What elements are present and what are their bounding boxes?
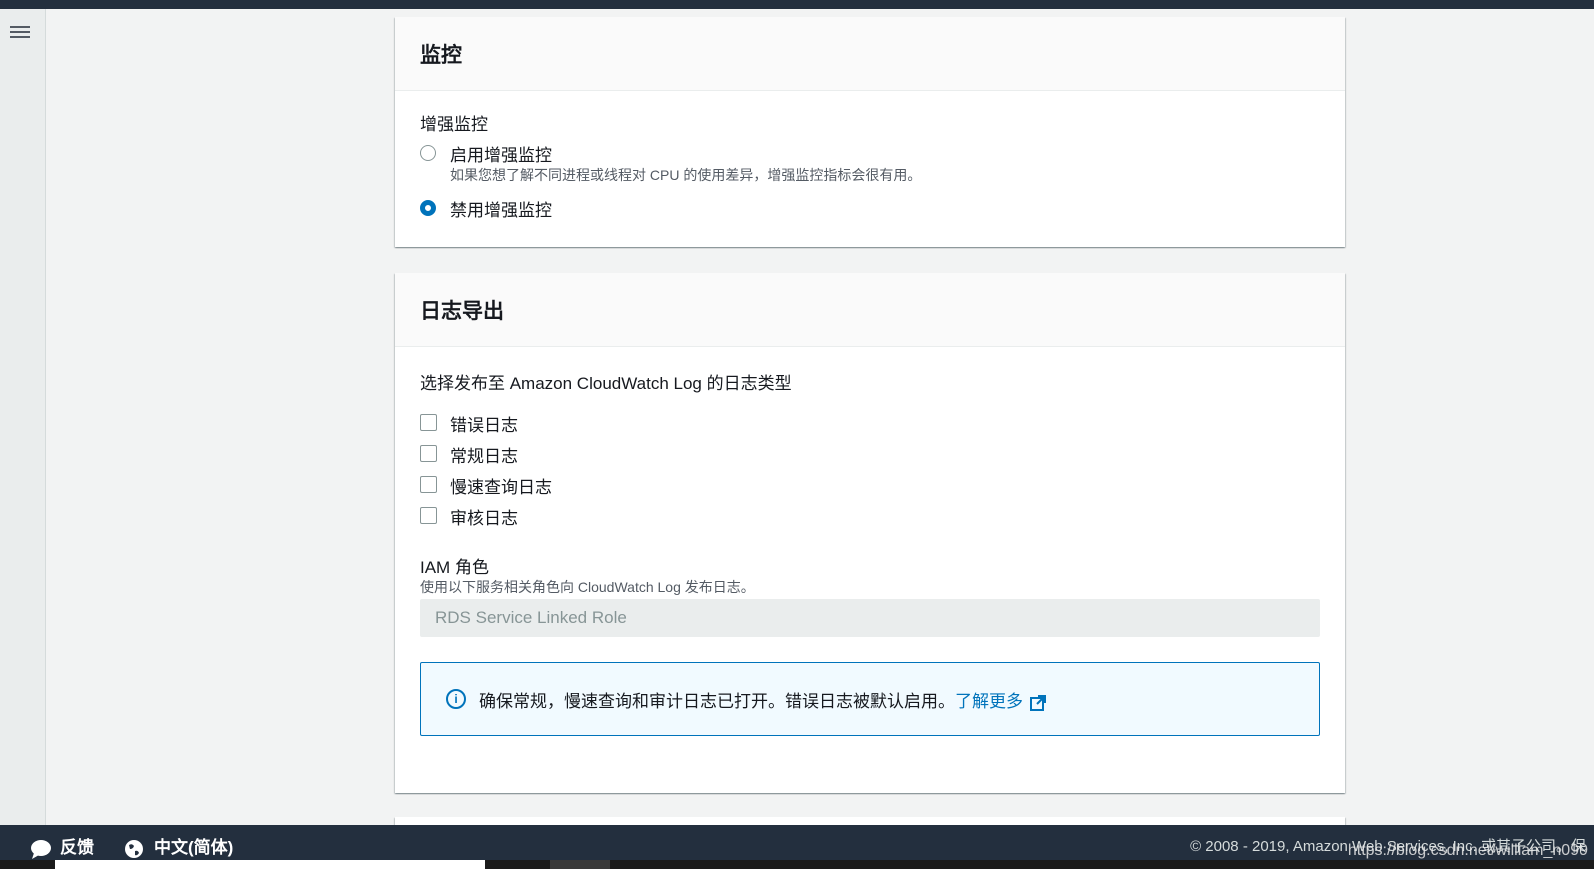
iam-role-label: IAM 角色	[420, 558, 489, 577]
enable-enhanced-monitoring-description: 如果您想了解不同进程或线程对 CPU 的使用差异，增强监控指标会很有用。	[450, 167, 922, 183]
general-log-checkbox[interactable]	[420, 445, 437, 462]
taskbar-segment	[55, 860, 485, 869]
footer-bar: 反馈 中文(简体) © 2008 - 2019, Amazon Web Serv…	[0, 825, 1594, 860]
feedback-bubble-icon	[31, 839, 51, 859]
info-alert-text-wrap: 确保常规，慢速查询和审计日志已打开。错误日志被默认启用。了解更多	[479, 687, 1047, 712]
log-types-description: 选择发布至 Amazon CloudWatch Log 的日志类型	[420, 374, 792, 393]
external-link-icon[interactable]	[1029, 694, 1047, 712]
disable-enhanced-monitoring-label[interactable]: 禁用增强监控	[450, 196, 552, 221]
monitoring-panel-header: 监控	[395, 17, 1345, 91]
enable-enhanced-monitoring-radio[interactable]	[420, 145, 436, 161]
taskbar-strip	[0, 860, 1594, 869]
enhanced-monitoring-label: 增强监控	[420, 115, 488, 134]
feedback-label[interactable]: 反馈	[60, 838, 94, 857]
info-alert-text: 确保常规，慢速查询和审计日志已打开。错误日志被默认启用。	[479, 692, 955, 711]
disable-enhanced-monitoring-radio[interactable]	[420, 200, 436, 216]
slow-query-log-checkbox[interactable]	[420, 476, 437, 493]
language-label[interactable]: 中文(简体)	[154, 838, 233, 857]
general-log-label[interactable]: 常规日志	[450, 442, 518, 467]
taskbar-segment	[550, 860, 610, 869]
info-alert: i 确保常规，慢速查询和审计日志已打开。错误日志被默认启用。了解更多	[420, 662, 1320, 736]
error-log-checkbox[interactable]	[420, 414, 437, 431]
globe-icon	[125, 839, 143, 858]
enable-enhanced-monitoring-label[interactable]: 启用增强监控	[450, 141, 552, 166]
side-navigation	[0, 9, 46, 825]
audit-log-checkbox[interactable]	[420, 507, 437, 524]
hamburger-menu-icon[interactable]	[10, 23, 30, 43]
log-export-title: 日志导出	[420, 300, 504, 323]
error-log-label[interactable]: 错误日志	[450, 411, 518, 436]
top-nav-bar	[0, 0, 1594, 9]
monitoring-panel: 监控 增强监控 启用增强监控 如果您想了解不同进程或线程对 CPU 的使用差异，…	[395, 17, 1345, 247]
iam-role-description: 使用以下服务相关角色向 CloudWatch Log 发布日志。	[420, 579, 755, 595]
iam-role-field: RDS Service Linked Role	[420, 599, 1320, 637]
log-export-panel: 日志导出 选择发布至 Amazon CloudWatch Log 的日志类型 错…	[395, 273, 1345, 793]
watermark-text: https://blog.csdn.net/william_n099	[1347, 842, 1588, 859]
monitoring-title: 监控	[420, 44, 462, 67]
language-selector[interactable]: 中文(简体)	[124, 833, 233, 859]
learn-more-label[interactable]: 了解更多	[955, 692, 1023, 711]
feedback-button[interactable]: 反馈	[30, 833, 94, 859]
learn-more-link[interactable]: 了解更多	[955, 692, 1047, 711]
log-export-panel-header: 日志导出	[395, 273, 1345, 347]
audit-log-label[interactable]: 审核日志	[450, 504, 518, 529]
info-icon: i	[446, 689, 466, 709]
slow-query-log-label[interactable]: 慢速查询日志	[450, 473, 552, 498]
